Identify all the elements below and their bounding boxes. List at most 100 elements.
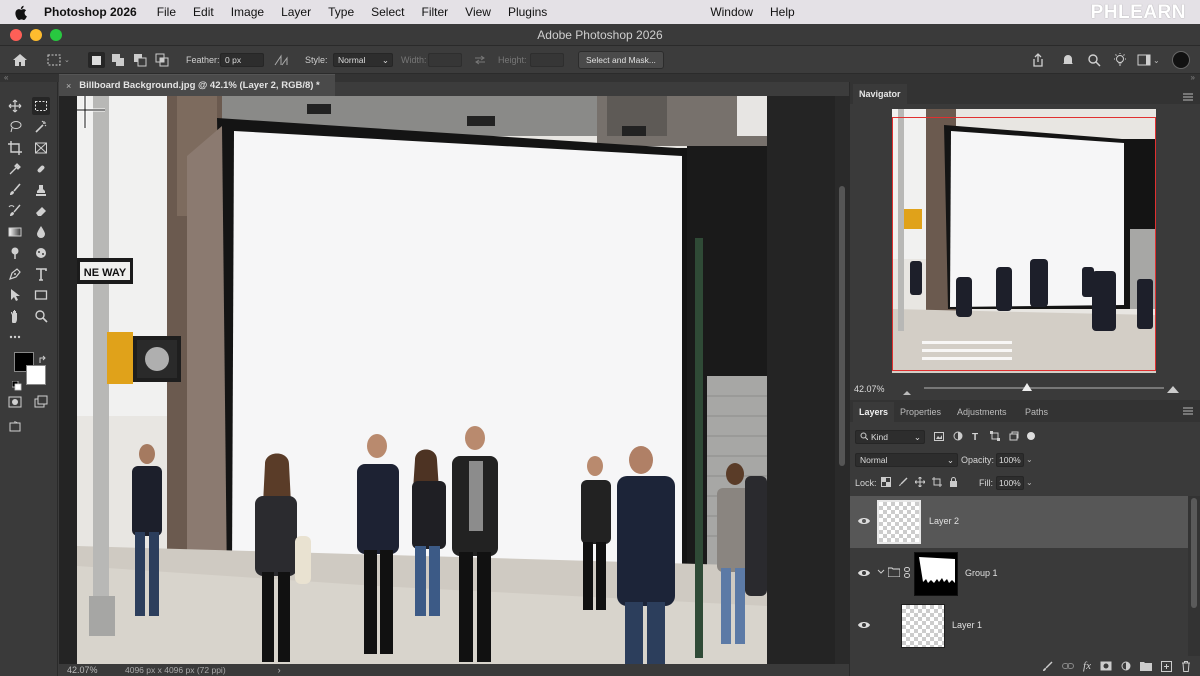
search-icon[interactable] <box>1087 46 1101 74</box>
group-mask-thumbnail[interactable] <box>914 552 958 596</box>
blur-tool-icon[interactable] <box>32 223 50 241</box>
width-input[interactable] <box>428 53 462 67</box>
visibility-eye-icon[interactable] <box>858 620 870 630</box>
layers-scrollbar[interactable] <box>1188 496 1200 656</box>
document-tab[interactable]: × Billboard Background.jpg @ 42.1% (Laye… <box>59 74 335 96</box>
minimize-window-button[interactable] <box>30 29 42 41</box>
pen-tool-icon[interactable] <box>6 265 24 283</box>
menu-window[interactable]: Window <box>710 5 753 19</box>
brush-icon[interactable] <box>1042 661 1053 672</box>
select-and-mask-button[interactable]: Select and Mask... <box>578 51 664 69</box>
tab-layers[interactable]: Layers <box>853 402 895 422</box>
canvas-vertical-scrollbar[interactable] <box>835 96 849 664</box>
layer-row-group-1[interactable]: Group 1 <box>850 548 1188 600</box>
intersect-selection-icon[interactable] <box>155 46 169 74</box>
workspace-icon[interactable]: ⌄ <box>1137 46 1160 74</box>
gradient-tool-icon[interactable] <box>6 223 24 241</box>
subtract-from-selection-icon[interactable] <box>133 46 147 74</box>
group-expand-chevron-icon[interactable] <box>877 568 885 578</box>
layer-kind-filter[interactable]: Kind ⌄ <box>855 430 925 444</box>
navigator-zoom-value[interactable]: 42.07% <box>854 384 885 394</box>
close-document-icon[interactable]: × <box>66 81 71 91</box>
filter-shape-icon[interactable] <box>990 431 1000 443</box>
opacity-dropdown-icon[interactable]: ⌄ <box>1026 455 1033 464</box>
collapse-right-icon[interactable]: » <box>1191 73 1195 82</box>
spot-healing-tool-icon[interactable] <box>32 160 50 178</box>
menu-file[interactable]: File <box>157 5 176 19</box>
clone-stamp-tool-icon[interactable] <box>32 181 50 199</box>
tab-properties[interactable]: Properties <box>894 402 947 422</box>
zoom-out-icon[interactable] <box>902 383 912 401</box>
type-tool-icon[interactable] <box>32 265 50 283</box>
layer-name[interactable]: Layer 1 <box>952 620 982 630</box>
canvas-area[interactable]: NE WAY <box>59 96 849 664</box>
status-document-info[interactable]: 4096 px x 4096 px (72 ppi) <box>125 665 226 675</box>
layer-thumbnail[interactable] <box>901 604 945 648</box>
zoom-in-icon[interactable] <box>1166 381 1180 399</box>
more-tools-icon[interactable] <box>6 328 24 346</box>
fill-dropdown-icon[interactable]: ⌄ <box>1026 478 1033 487</box>
new-layer-icon[interactable] <box>1161 660 1172 672</box>
anti-alias-icon[interactable] <box>274 46 288 74</box>
rectangle-tool-icon[interactable] <box>32 286 50 304</box>
filter-smart-object-icon[interactable] <box>1009 431 1019 443</box>
link-icon[interactable] <box>1062 662 1075 670</box>
menu-type[interactable]: Type <box>328 5 354 19</box>
tab-navigator[interactable]: Navigator <box>853 84 907 104</box>
blend-mode-select[interactable]: Normal ⌄ <box>855 453 958 467</box>
lock-transparent-icon[interactable] <box>881 477 891 489</box>
zoom-tool-icon[interactable] <box>32 307 50 325</box>
navigator-zoom-slider[interactable] <box>924 387 1164 389</box>
mask-icon[interactable] <box>1100 661 1112 671</box>
add-to-selection-icon[interactable] <box>111 46 125 74</box>
fill-input[interactable]: 100% <box>996 476 1024 490</box>
opacity-input[interactable]: 100% <box>996 453 1024 467</box>
swap-dimensions-icon[interactable] <box>474 46 486 74</box>
magic-wand-tool-icon[interactable] <box>32 118 50 136</box>
layer-row-layer-1[interactable]: Layer 1 <box>850 600 1188 652</box>
crop-tool-icon[interactable] <box>6 139 24 157</box>
lock-all-icon[interactable] <box>949 477 958 489</box>
app-menu[interactable]: Photoshop 2026 <box>44 5 137 19</box>
menu-filter[interactable]: Filter <box>421 5 448 19</box>
discover-lightbulb-icon[interactable] <box>1113 46 1127 74</box>
feather-input[interactable]: 0 px <box>220 53 264 67</box>
close-window-button[interactable] <box>10 29 22 41</box>
filter-adjustment-icon[interactable] <box>953 431 963 443</box>
lock-artboard-icon[interactable] <box>932 477 942 489</box>
style-select[interactable]: Normal ⌄ <box>333 53 393 67</box>
visibility-eye-icon[interactable] <box>858 516 870 526</box>
layer-row-layer-2[interactable]: Layer 2 <box>850 496 1188 548</box>
hand-tool-icon[interactable] <box>6 307 24 325</box>
share-icon[interactable] <box>1031 46 1045 74</box>
navigator-zoom-handle[interactable] <box>1022 383 1032 391</box>
panel-menu-icon[interactable] <box>1183 88 1193 106</box>
filter-toggle-icon[interactable] <box>1027 432 1035 440</box>
home-icon[interactable] <box>12 46 28 74</box>
sponge-tool-icon[interactable] <box>32 244 50 262</box>
mask-link-icon[interactable] <box>904 567 910 580</box>
fx-icon[interactable]: fx <box>1083 660 1091 672</box>
swap-colors-icon[interactable] <box>38 352 48 363</box>
navigator-view-box[interactable] <box>892 117 1156 371</box>
lock-pixels-icon[interactable] <box>898 477 908 489</box>
screen-mode-icon[interactable] <box>32 393 50 411</box>
history-brush-tool-icon[interactable] <box>6 202 24 220</box>
menu-edit[interactable]: Edit <box>193 5 214 19</box>
tab-adjustments[interactable]: Adjustments <box>951 402 1013 422</box>
document-canvas[interactable]: NE WAY <box>77 96 767 664</box>
folder-icon[interactable] <box>1140 661 1152 671</box>
status-arrow-icon[interactable]: › <box>278 665 281 675</box>
menu-image[interactable]: Image <box>231 5 264 19</box>
height-input[interactable] <box>530 53 564 67</box>
lock-position-icon[interactable] <box>914 476 926 489</box>
move-tool-icon[interactable] <box>6 97 24 115</box>
zoom-window-button[interactable] <box>50 29 62 41</box>
filter-type-icon[interactable]: T <box>972 432 978 443</box>
quick-mask-icon[interactable] <box>6 393 24 411</box>
eraser-tool-icon[interactable] <box>32 202 50 220</box>
apple-icon[interactable] <box>14 5 30 20</box>
scrollbar-thumb[interactable] <box>1191 498 1197 608</box>
rectangular-marquee-tool-icon[interactable] <box>32 97 50 115</box>
trash-icon[interactable] <box>1181 660 1191 672</box>
